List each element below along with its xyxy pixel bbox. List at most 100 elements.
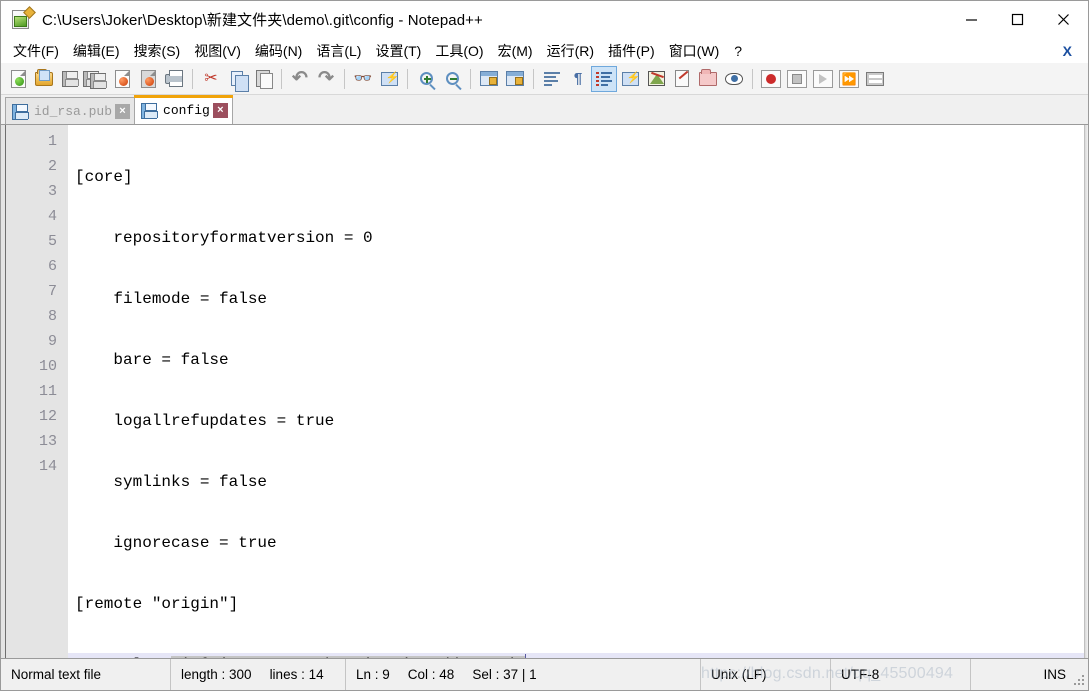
copy-icon[interactable]: [224, 66, 250, 92]
toolbar-separator: [281, 68, 282, 89]
sync-vertical-scroll-icon[interactable]: [476, 66, 502, 92]
toolbar-separator: [470, 68, 471, 89]
status-caret-info: Ln : 9 Col : 48 Sel : 37 | 1: [346, 659, 701, 690]
menu-settings[interactable]: 设置(T): [368, 40, 428, 62]
find-icon[interactable]: 👓: [350, 66, 376, 92]
status-bar: Normal text file length : 300 lines : 14…: [1, 659, 1088, 690]
status-ln: Ln : 9: [356, 667, 390, 682]
open-file-icon[interactable]: [31, 66, 57, 92]
status-length: length : 300: [181, 667, 252, 682]
menu-run[interactable]: 运行(R): [540, 40, 601, 62]
line-number: 1: [47, 133, 57, 150]
editor-area[interactable]: 1 2 3 4 5 6 7 8 9 10 11 12 13 14 [core] …: [1, 125, 1088, 659]
line-number: 3: [47, 183, 57, 200]
menu-window[interactable]: 窗口(W): [662, 40, 727, 62]
saved-file-icon: [141, 102, 159, 119]
replace-icon[interactable]: [376, 66, 402, 92]
save-macro-icon[interactable]: [862, 66, 888, 92]
menu-edit[interactable]: 编辑(E): [66, 40, 127, 62]
new-file-icon[interactable]: [5, 66, 31, 92]
tab-config[interactable]: config ×: [134, 95, 233, 124]
tab-label: id_rsa.pub: [34, 103, 113, 119]
menu-bar: 文件(F) 编辑(E) 搜索(S) 视图(V) 编码(N) 语言(L) 设置(T…: [1, 39, 1088, 63]
show-indent-guide-icon[interactable]: [591, 65, 617, 92]
toolbar-separator: [752, 68, 753, 89]
menu-encoding[interactable]: 编码(N): [248, 40, 309, 62]
maximize-icon[interactable]: [994, 1, 1040, 39]
saved-file-icon: [12, 103, 29, 120]
line-number: 6: [47, 258, 57, 275]
menu-macro[interactable]: 宏(M): [491, 40, 540, 62]
line-number: 8: [47, 308, 57, 325]
menu-view[interactable]: 视图(V): [187, 40, 248, 62]
text-caret: [525, 654, 527, 658]
menu-file[interactable]: 文件(F): [6, 40, 66, 62]
document-tab-bar: id_rsa.pub × config ×: [1, 95, 1088, 125]
folder-as-workspace-icon[interactable]: [695, 66, 721, 92]
tab-close-icon[interactable]: ×: [115, 103, 131, 119]
sync-horizontal-scroll-icon[interactable]: [502, 66, 528, 92]
notepad-plus-plus-icon: [11, 5, 36, 31]
close-file-icon[interactable]: [109, 66, 135, 92]
document-preview-icon[interactable]: [721, 66, 747, 92]
code-line: symlinks = false: [75, 473, 268, 491]
zoom-in-icon[interactable]: [413, 66, 439, 92]
play-macro-icon[interactable]: [810, 66, 836, 92]
status-lines: lines : 14: [269, 667, 324, 682]
redo-icon[interactable]: ↷: [313, 66, 339, 92]
run-macro-multiple-icon[interactable]: ⏩: [836, 66, 862, 92]
undo-icon[interactable]: ↶: [287, 66, 313, 92]
status-encoding[interactable]: UTF-8: [831, 659, 971, 690]
code-line: [remote "origin"]: [75, 595, 239, 613]
menu-search[interactable]: 搜索(S): [127, 40, 188, 62]
close-icon[interactable]: [1040, 1, 1086, 39]
notepad-plus-plus-window: C:\Users\Joker\Desktop\新建文件夹\demo\.git\c…: [0, 0, 1089, 691]
save-all-icon[interactable]: [82, 66, 109, 92]
close-all-files-icon[interactable]: [135, 66, 161, 92]
document-map-icon[interactable]: [669, 66, 695, 92]
status-eol[interactable]: Unix (LF): [701, 659, 831, 690]
tab-close-icon[interactable]: ×: [212, 102, 228, 118]
print-icon[interactable]: [161, 66, 187, 92]
status-insert-mode[interactable]: INS: [971, 659, 1088, 690]
cut-icon[interactable]: ✂: [198, 66, 224, 92]
menu-help[interactable]: ?: [726, 40, 750, 62]
paste-icon[interactable]: [250, 66, 276, 92]
window-controls: [948, 1, 1088, 39]
code-line: repositoryformatversion = 0: [75, 229, 373, 247]
code-line-current: url = git@gitee.com:Jokerxiaoxi996/demo.…: [68, 653, 1088, 658]
toolbar: ✂ ↶ ↷ 👓 ¶: [1, 63, 1088, 95]
save-icon[interactable]: [57, 66, 83, 92]
word-wrap-icon[interactable]: [539, 66, 565, 92]
run-macro-icon[interactable]: [617, 66, 643, 92]
line-number: 12: [38, 408, 57, 425]
minimize-icon[interactable]: [948, 1, 994, 39]
status-sel: Sel : 37 | 1: [472, 667, 537, 682]
stop-recording-icon[interactable]: [784, 66, 810, 92]
code-line-prefix: url =: [75, 656, 171, 658]
window-title: C:\Users\Joker\Desktop\新建文件夹\demo\.git\c…: [42, 12, 483, 29]
code-line: bare = false: [75, 351, 229, 369]
line-number: 5: [47, 233, 57, 250]
selected-text: git@gitee.com:Jokerxiaoxi996/demo.git: [171, 656, 527, 658]
toolbar-separator: [192, 68, 193, 89]
menu-tools[interactable]: 工具(O): [428, 40, 490, 62]
function-list-icon[interactable]: [643, 66, 669, 92]
zoom-out-icon[interactable]: [439, 66, 465, 92]
resize-grip[interactable]: [1073, 675, 1085, 687]
menu-plugins[interactable]: 插件(P): [601, 40, 662, 62]
line-number: 4: [47, 208, 57, 225]
title-bar: C:\Users\Joker\Desktop\新建文件夹\demo\.git\c…: [1, 1, 1088, 39]
close-document-button[interactable]: X: [1059, 43, 1076, 59]
toolbar-separator: [407, 68, 408, 89]
vertical-scrollbar[interactable]: [1084, 125, 1088, 658]
menu-language[interactable]: 语言(L): [309, 40, 368, 62]
line-number: 11: [38, 383, 57, 400]
code-content[interactable]: [core] repositoryformatversion = 0 filem…: [68, 125, 1088, 658]
code-line: logallrefupdates = true: [75, 412, 335, 430]
record-macro-icon[interactable]: [758, 66, 784, 92]
status-col: Col : 48: [407, 667, 455, 682]
tab-id-rsa-pub[interactable]: id_rsa.pub ×: [5, 97, 136, 124]
show-all-characters-icon[interactable]: ¶: [565, 66, 591, 92]
code-line: [core]: [75, 168, 133, 186]
